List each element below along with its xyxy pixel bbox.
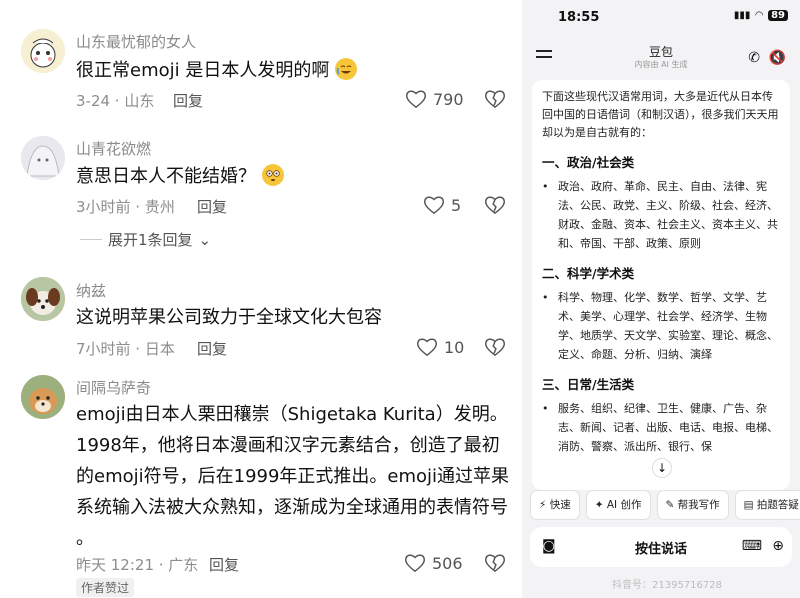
voice-input-bar[interactable]: ◙ 按住说话 ⌨ ⊕	[530, 527, 792, 567]
clock: 18:55	[558, 10, 600, 25]
comment-meta: 3小时前 · 贵州	[76, 198, 175, 216]
bullet-item: • 服务、组织、纪律、卫生、健康、广告、杂志、新闻、记者、出版、电话、电报、电梯、…	[542, 399, 780, 456]
expand-replies-label: 展开1条回复	[108, 231, 193, 249]
status-bar: 18:55 ▮▮▮ ◠ 89	[522, 8, 800, 28]
section-title: 一、政治/社会类	[542, 155, 635, 170]
bullet-dot: •	[542, 180, 549, 193]
avatar[interactable]	[21, 136, 65, 180]
comment-text-line: 的emoji符号，后在1999年正式推出。emoji通过苹果	[76, 466, 510, 487]
avatar[interactable]	[21, 375, 65, 419]
scroll-down-button[interactable]: ↓	[652, 458, 672, 478]
bullet-text: 政治、政府、革命、民主、自由、法律、宪法、公民、政党、主义、阶级、社会、经济、财…	[558, 180, 778, 250]
status-icons: ▮▮▮ ◠ 89	[734, 10, 788, 21]
anime-avatar-icon	[21, 136, 65, 180]
message-intro: 下面这些现代汉语常用词，大多是近代从日本传回中国的日语借词（和制汉语），很多我们…	[542, 90, 779, 139]
watermark: 抖音号：21395716728	[612, 580, 722, 591]
comment-username[interactable]: 间隔乌萨奇	[76, 377, 151, 398]
document-icon: ▤	[743, 499, 754, 511]
chip-ai-create[interactable]: ✦ AI 创作	[585, 490, 651, 520]
dislike-broken-heart-icon[interactable]	[484, 89, 506, 109]
chip-photo-answer[interactable]: ▤ 拍题答疑	[734, 490, 800, 520]
flushed-face-emoji-icon	[261, 164, 284, 186]
signal-icon: ▮▮▮	[733, 10, 751, 21]
plus-icon[interactable]: ⊕	[772, 538, 784, 554]
comment-text: 很正常emoji 是日本人发明的啊	[76, 55, 358, 86]
heart-icon	[417, 338, 437, 357]
phone-screen: 18:55 ▮▮▮ ◠ 89 豆包 内容由 AI 生成 ✆ 🔇 下面这些现代汉语…	[522, 0, 800, 598]
bullet-text: 服务、组织、纪律、卫生、健康、广告、杂志、新闻、记者、出版、电话、电报、电梯、消…	[558, 402, 778, 453]
comment-text: 意思日本人不能结婚？	[76, 161, 284, 192]
speaker-mute-icon[interactable]: 🔇	[769, 50, 786, 66]
section-title: 三、日常/生活类	[542, 377, 635, 392]
bullet-text: 科学、物理、化学、数学、哲学、文学、艺术、美学、心理学、社会学、经济学、生物学、…	[558, 291, 778, 361]
phone-call-icon[interactable]: ✆	[748, 50, 760, 66]
dislike-broken-heart-icon[interactable]	[484, 553, 506, 573]
comment-text-content: 意思日本人不能结婚？	[76, 166, 256, 187]
dislike-broken-heart-icon[interactable]	[484, 337, 506, 357]
reply-button[interactable]: 回复	[209, 554, 239, 575]
chip-label: 快速	[549, 499, 571, 511]
chip-label: 帮我写作	[677, 499, 720, 511]
avatar[interactable]	[21, 29, 65, 73]
bullet-dot: •	[542, 402, 549, 415]
comment-meta: 7小时前 · 日本	[76, 340, 175, 358]
arrow-down-icon: ↓	[656, 461, 668, 475]
comment-text-line: emoji由日本人栗田穰崇（Shigetaka Kurita）发明。	[76, 404, 508, 425]
edit-icon: ✎	[665, 499, 675, 511]
section-title: 二、科学/学术类	[542, 266, 635, 281]
like-count: 5	[451, 195, 462, 215]
comment-meta: 昨天 12:21 · 广东	[76, 556, 199, 574]
wifi-icon: ◠	[755, 10, 764, 21]
heart-icon	[424, 196, 444, 215]
quick-action-chips: ⚡ 快速 ✦ AI 创作 ✎ 帮我写作 ▤ 拍题答疑	[530, 490, 800, 520]
ai-message-bubble: 下面这些现代汉语常用词，大多是近代从日本传回中国的日语借词（和制汉语），很多我们…	[532, 80, 790, 490]
comment-text-content: 很正常emoji 是日本人发明的啊	[76, 60, 330, 81]
like-count: 10	[444, 337, 465, 357]
like-button[interactable]: 506	[404, 553, 463, 573]
puppy-avatar-icon	[21, 277, 65, 321]
comment-username[interactable]: 山青花欲燃	[76, 138, 151, 159]
comment-meta: 3-24 · 山东	[76, 92, 155, 110]
chip-quick[interactable]: ⚡ 快速	[530, 490, 580, 520]
reply-button[interactable]: 回复	[197, 338, 227, 359]
screenshot-root: 山东最忧郁的女人 很正常emoji 是日本人发明的啊 3-24 · 山东 回复 …	[0, 0, 800, 598]
shiba-avatar-icon	[21, 375, 65, 419]
chip-label: AI 创作	[606, 499, 642, 511]
like-button[interactable]: 790	[405, 89, 464, 109]
comment-text-line: 。	[76, 528, 94, 549]
comment-username[interactable]: 山东最忧郁的女人	[76, 31, 196, 52]
reply-button[interactable]: 回复	[197, 196, 227, 217]
lightning-icon: ⚡	[539, 499, 547, 511]
like-button[interactable]: 10	[416, 337, 464, 357]
expand-replies-button[interactable]: 展开1条回复 ⌄	[80, 229, 211, 250]
dislike-broken-heart-icon[interactable]	[484, 195, 506, 215]
comment-text: 这说明苹果公司致力于全球文化大包容	[76, 307, 382, 328]
like-count: 506	[432, 553, 463, 573]
bullet-dot: •	[542, 291, 549, 304]
app-bar: 豆包 内容由 AI 生成 ✆ 🔇	[522, 40, 800, 76]
chevron-down-icon: ⌄	[198, 230, 212, 249]
like-count: 790	[433, 89, 464, 109]
comment-list: 山东最忧郁的女人 很正常emoji 是日本人发明的啊 3-24 · 山东 回复 …	[0, 0, 522, 598]
avatar[interactable]	[21, 277, 65, 321]
bullet-item: • 政治、政府、革命、民主、自由、法律、宪法、公民、政党、主义、阶级、社会、经济、…	[542, 177, 780, 253]
battery-icon: 89	[768, 10, 788, 21]
reply-button[interactable]: 回复	[173, 90, 203, 111]
comment-text-line: 1998年，他将日本漫画和汉字元素结合，创造了最初	[76, 435, 500, 456]
heart-icon	[405, 554, 425, 573]
crying-laughing-emoji-icon	[335, 58, 358, 80]
chip-label: 拍题答疑	[756, 499, 799, 511]
chip-write[interactable]: ✎ 帮我写作	[656, 490, 729, 520]
keyboard-icon[interactable]: ⌨	[742, 538, 762, 554]
bullet-item: • 科学、物理、化学、数学、哲学、文学、艺术、美学、心理学、社会学、经济学、生物学…	[542, 288, 780, 364]
sheep-avatar-icon	[21, 29, 65, 73]
like-button[interactable]: 5	[423, 195, 461, 215]
comment-username[interactable]: 纳兹	[76, 280, 106, 301]
sparkle-icon: ✦	[594, 499, 604, 511]
author-liked-badge: 作者赞过	[76, 578, 135, 597]
heart-icon	[406, 90, 426, 109]
divider	[80, 239, 102, 240]
comment-text-line: 系统输入法被大众熟知，逐渐成为全球通用的表情符号	[76, 497, 508, 518]
